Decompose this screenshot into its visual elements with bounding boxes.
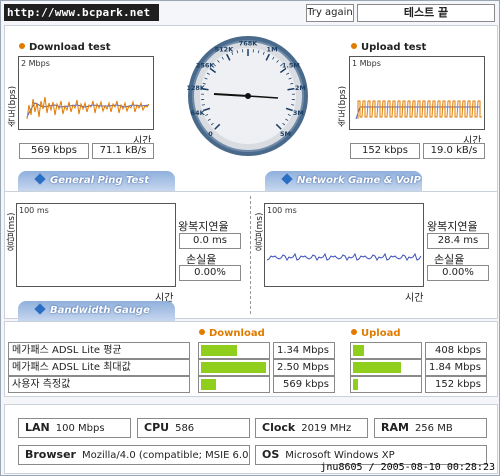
ping-right-loss-value: 0.00% xyxy=(427,265,489,281)
upload-title: Upload test xyxy=(351,42,426,53)
cpu-info: CPU 586 xyxy=(137,418,250,438)
upload-kBs: 19.0 kB/s xyxy=(423,143,485,159)
speedtest-window: http://www.bcpark.net Try again 테스트 끝 Do… xyxy=(0,0,500,476)
bw-download-header: Download xyxy=(199,328,265,339)
bw-upload-header-text: Upload xyxy=(361,328,401,339)
upload-graph xyxy=(355,100,482,120)
bw-download-gauge xyxy=(198,359,270,376)
upload-series-orange xyxy=(357,100,482,119)
download-series-orange xyxy=(26,96,150,120)
speedometer-label: 1M xyxy=(267,45,278,53)
upload-chart: 1 Mbps xyxy=(349,56,485,130)
download-kbps: 569 kbps xyxy=(19,143,89,159)
ping-left-rtt-label: 왕복지연율 xyxy=(178,220,229,233)
bw-row-label: 메가패스 ADSL Lite 평균 xyxy=(8,342,190,359)
speedometer-label: 1.5M xyxy=(282,61,300,69)
ping-divider xyxy=(250,196,251,314)
download-title: Download test xyxy=(19,42,111,53)
upload-kbps: 152 kbps xyxy=(350,143,420,159)
diamond-icon xyxy=(281,173,293,185)
cpu-label: CPU xyxy=(144,421,170,434)
speedometer-label: 128K xyxy=(186,84,206,92)
ping-left-rtt-value: 0.0 ms xyxy=(179,233,241,249)
clock-label: Clock xyxy=(262,421,296,434)
bw-download-value: 569 kbps xyxy=(273,376,335,393)
bw-upload-value: 408 kbps xyxy=(425,342,487,359)
download-kBs: 71.1 kB/s xyxy=(92,143,154,159)
bw-upload-value: 152 kbps xyxy=(425,376,487,393)
lan-value: 100 Mbps xyxy=(55,423,105,434)
tab-general-ping-label: General Ping Test xyxy=(50,175,150,186)
browser-value: Mozilla/4.0 (compatible; MSIE 6.0 xyxy=(81,450,249,461)
tab-bandwidth-gauge[interactable]: Bandwidth Gauge xyxy=(18,301,175,321)
try-again-button[interactable]: Try again xyxy=(306,4,354,22)
bw-row-label: 메가패스 ADSL Lite 최대값 xyxy=(8,359,190,376)
ping-right-rtt-value: 28.4 ms xyxy=(427,233,489,249)
download-graph xyxy=(26,96,150,120)
bw-row-label: 사용자 측정값 xyxy=(8,376,190,393)
bw-upload-gauge xyxy=(350,359,422,376)
timestamp-stamp: jnu8605 / 2005-08-10 00:28:23 xyxy=(320,462,495,473)
bw-upload-gauge-fill xyxy=(353,379,358,390)
speedometer-label: 0 xyxy=(208,130,213,138)
os-value: Microsoft Windows XP xyxy=(285,450,395,461)
ram-label: RAM xyxy=(381,421,409,434)
ping-left-scale: 100 ms xyxy=(19,206,49,215)
bw-download-value: 1.34 Mbps xyxy=(273,342,335,359)
clock-value: 2019 MHz xyxy=(301,423,352,434)
test-done-button[interactable]: 테스트 끝 xyxy=(357,4,495,22)
download-chart: 2 Mbps xyxy=(18,56,154,130)
ram-value: 256 MB xyxy=(414,423,453,434)
bw-download-value: 2.50 Mbps xyxy=(273,359,335,376)
bw-upload-header: Upload xyxy=(351,328,400,339)
bw-download-gauge xyxy=(198,342,270,359)
diamond-icon xyxy=(34,303,46,315)
speedometer-label: 512K xyxy=(215,45,235,53)
speedometer-label: 3M xyxy=(293,109,304,117)
upload-ylabel: 속도(bps) xyxy=(338,85,348,127)
speedometer-label: 768K xyxy=(239,40,259,48)
bw-upload-gauge xyxy=(350,342,422,359)
download-title-text: Download test xyxy=(29,42,111,53)
bw-download-gauge-fill xyxy=(201,379,216,390)
browser-info: Browser Mozilla/4.0 (compatible; MSIE 6.0 xyxy=(18,445,250,465)
speedometer-label: 64K xyxy=(191,109,206,117)
speedometer: 0 64K 128K 256K 512K 768K 1M 1.5M 2M 3M 5M xyxy=(186,36,308,156)
ping-right-graph xyxy=(266,252,422,261)
ping-right-rtt-label: 왕복지연율 xyxy=(427,220,478,233)
bullet-icon xyxy=(351,329,357,335)
ping-left-chart: 100 ms xyxy=(16,203,176,287)
bullet-icon xyxy=(351,43,357,49)
bw-upload-gauge-fill xyxy=(353,345,364,356)
bw-download-header-text: Download xyxy=(209,328,265,339)
ping-right-chart: 100 ms xyxy=(264,203,424,287)
speedometer-label: 256K xyxy=(196,61,216,69)
bw-download-gauge xyxy=(198,376,270,393)
bullet-icon xyxy=(199,329,205,335)
bw-upload-gauge xyxy=(350,376,422,393)
lan-info: LAN 100 Mbps xyxy=(18,418,131,438)
ping-right-xlabel: 시간 xyxy=(405,293,424,304)
ping-left-loss-value: 0.00% xyxy=(179,265,241,281)
bullet-icon xyxy=(19,43,25,49)
browser-label: Browser xyxy=(25,448,76,461)
upload-title-text: Upload test xyxy=(361,42,427,53)
site-url[interactable]: http://www.bcpark.net xyxy=(4,4,159,21)
ram-info: RAM 256 MB xyxy=(374,418,487,438)
os-label: OS xyxy=(262,448,280,461)
bw-download-gauge-fill xyxy=(201,362,266,373)
tab-network-game[interactable]: Network Game & VoIP Test xyxy=(265,171,422,206)
tab-general-ping[interactable]: General Ping Test xyxy=(18,171,175,191)
ping-right-series xyxy=(266,252,422,261)
lan-label: LAN xyxy=(25,421,50,434)
cpu-value: 586 xyxy=(175,423,195,434)
clock-info: Clock 2019 MHz xyxy=(255,418,368,438)
bw-upload-gauge-fill xyxy=(353,362,401,373)
tab-bandwidth-label: Bandwidth Gauge xyxy=(50,305,150,316)
bw-upload-value: 1.84 Mbps xyxy=(425,359,487,376)
diamond-icon xyxy=(34,173,46,185)
speedometer-label: 2M xyxy=(295,84,306,92)
bw-download-gauge-fill xyxy=(201,345,237,356)
speedometer-label: 5M xyxy=(280,130,291,138)
